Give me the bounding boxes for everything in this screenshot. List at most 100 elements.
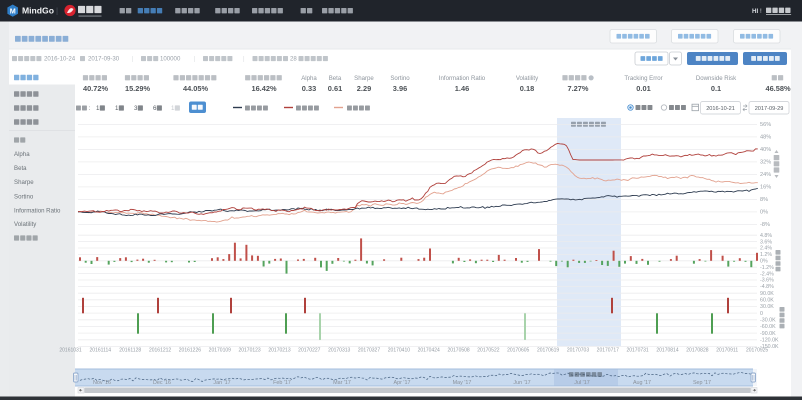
- svg-text:40.72%: 40.72%: [83, 84, 108, 93]
- svg-text:20170911: 20170911: [716, 348, 738, 354]
- svg-text:-90.0K: -90.0K: [760, 331, 776, 337]
- svg-text:Jan '17: Jan '17: [213, 380, 230, 386]
- svg-text:20170410: 20170410: [388, 348, 410, 354]
- svg-text:20161226: 20161226: [179, 348, 201, 354]
- svg-text:-8%: -8%: [760, 222, 770, 228]
- svg-text:-3.6%: -3.6%: [760, 278, 774, 284]
- svg-text:20170109: 20170109: [209, 348, 231, 354]
- svg-text:2016-10-21: 2016-10-21: [706, 106, 735, 112]
- svg-text:3: 3: [134, 105, 138, 112]
- svg-text:4.8%: 4.8%: [760, 233, 772, 239]
- svg-text:20170717: 20170717: [597, 348, 619, 354]
- svg-text:2.4%: 2.4%: [760, 246, 772, 252]
- svg-text:8%: 8%: [760, 197, 768, 203]
- svg-text:0%: 0%: [760, 210, 768, 216]
- svg-text:-1.2%: -1.2%: [760, 265, 774, 271]
- svg-text:20170227: 20170227: [298, 348, 320, 354]
- svg-text:Alpha: Alpha: [301, 75, 317, 82]
- svg-text:Beta: Beta: [329, 75, 342, 82]
- svg-text:20170424: 20170424: [418, 348, 440, 354]
- svg-text:-2.4%: -2.4%: [760, 271, 774, 277]
- svg-text:20170619: 20170619: [537, 348, 559, 354]
- svg-text:90.0K: 90.0K: [760, 291, 774, 297]
- svg-text:0%: 0%: [760, 259, 768, 265]
- svg-text:20170313: 20170313: [328, 348, 350, 354]
- svg-text:20161031: 20161031: [59, 348, 81, 354]
- svg-text:40%: 40%: [760, 147, 771, 153]
- svg-text:Feb '17: Feb '17: [273, 380, 291, 386]
- svg-text:0.1: 0.1: [711, 84, 721, 93]
- svg-text:100000: 100000: [160, 56, 181, 63]
- svg-text:20170605: 20170605: [507, 348, 529, 354]
- svg-text:20170814: 20170814: [656, 348, 678, 354]
- svg-text:20170213: 20170213: [268, 348, 290, 354]
- svg-text:Sharpe: Sharpe: [354, 75, 374, 82]
- svg-text:48%: 48%: [760, 135, 771, 141]
- svg-text:0: 0: [760, 311, 763, 317]
- svg-text:M: M: [10, 6, 16, 15]
- svg-text:0.61: 0.61: [328, 84, 342, 93]
- svg-text:-60.0K: -60.0K: [760, 324, 776, 330]
- svg-text:24%: 24%: [760, 172, 771, 178]
- svg-text:Mar '17: Mar '17: [333, 380, 351, 386]
- svg-text:3.96: 3.96: [393, 84, 407, 93]
- svg-text:30.0K: 30.0K: [760, 304, 774, 310]
- svg-text:20170123: 20170123: [238, 348, 260, 354]
- svg-text:Sep '17: Sep '17: [693, 380, 711, 386]
- svg-text:20170327: 20170327: [358, 348, 380, 354]
- svg-text:56%: 56%: [760, 122, 771, 128]
- svg-text:Information Ratio: Information Ratio: [439, 75, 486, 82]
- svg-text:20161212: 20161212: [149, 348, 171, 354]
- svg-text:1: 1: [96, 105, 100, 112]
- svg-text:20161114: 20161114: [90, 348, 112, 354]
- svg-text:2017-09-30: 2017-09-30: [88, 56, 120, 63]
- svg-text:-30.0K: -30.0K: [760, 318, 776, 324]
- svg-text:Jun '17: Jun '17: [513, 380, 530, 386]
- svg-text:Information Ratio: Information Ratio: [14, 208, 61, 215]
- svg-text:1: 1: [171, 105, 175, 112]
- svg-text:Downside Risk: Downside Risk: [696, 75, 737, 82]
- svg-text:1: 1: [115, 105, 119, 112]
- svg-text:HI: HI: [752, 8, 758, 15]
- svg-text:Volatility: Volatility: [516, 75, 539, 82]
- svg-text:15.29%: 15.29%: [125, 84, 150, 93]
- svg-text:20161128: 20161128: [119, 348, 141, 354]
- svg-text:20170522: 20170522: [477, 348, 499, 354]
- svg-text:!: !: [760, 8, 762, 15]
- svg-text:Aug '17: Aug '17: [633, 380, 651, 386]
- svg-text:-4.8%: -4.8%: [760, 284, 774, 290]
- svg-text:2016-10-24: 2016-10-24: [44, 56, 76, 63]
- svg-text:28: 28: [290, 56, 297, 63]
- svg-text:0.01: 0.01: [636, 84, 650, 93]
- svg-text:2.29: 2.29: [357, 84, 371, 93]
- svg-text:May '17: May '17: [453, 380, 472, 386]
- svg-text:0.18: 0.18: [520, 84, 534, 93]
- svg-text:44.05%: 44.05%: [183, 84, 208, 93]
- svg-text:Sharpe: Sharpe: [14, 179, 34, 186]
- svg-text:20170925: 20170925: [746, 348, 768, 354]
- svg-text:7.27%: 7.27%: [568, 84, 589, 93]
- svg-text:60.0K: 60.0K: [760, 298, 774, 304]
- svg-text:16.42%: 16.42%: [251, 84, 276, 93]
- svg-text:2017-09-29: 2017-09-29: [755, 106, 784, 112]
- svg-text:|: |: [56, 7, 58, 16]
- svg-text:20170828: 20170828: [686, 348, 708, 354]
- svg-text:16%: 16%: [760, 185, 771, 191]
- svg-text:1.2%: 1.2%: [760, 252, 772, 258]
- svg-text:1.46: 1.46: [455, 84, 469, 93]
- svg-text:0.33: 0.33: [302, 84, 316, 93]
- svg-text:Dec '16: Dec '16: [153, 380, 171, 386]
- svg-text:20170508: 20170508: [447, 348, 469, 354]
- svg-text:Beta: Beta: [14, 165, 27, 172]
- svg-text:Volatility: Volatility: [14, 221, 37, 228]
- svg-text:3.6%: 3.6%: [760, 239, 772, 245]
- svg-text:20170731: 20170731: [626, 348, 648, 354]
- svg-text:Sortino: Sortino: [390, 75, 410, 82]
- svg-text:Alpha: Alpha: [14, 151, 30, 158]
- svg-text:Tracking Error: Tracking Error: [624, 75, 662, 82]
- svg-text:Nov '16: Nov '16: [93, 380, 111, 386]
- svg-text:32%: 32%: [760, 160, 771, 166]
- svg-text:20170703: 20170703: [567, 348, 589, 354]
- svg-text:MindGo: MindGo: [22, 6, 54, 16]
- svg-text:Sortino: Sortino: [14, 194, 34, 201]
